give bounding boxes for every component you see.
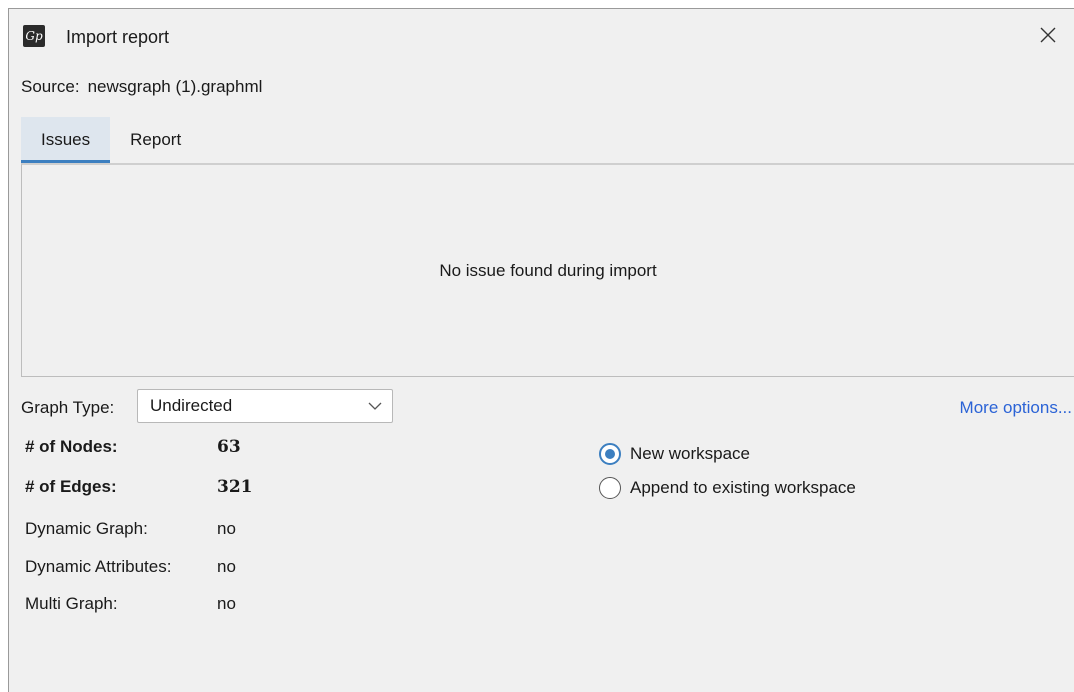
tab-bar: Issues Report [21,117,201,163]
tab-issues[interactable]: Issues [21,117,111,163]
stat-edges: # of Edges: 321 [25,477,253,497]
source-row: Source: newsgraph (1).graphml [21,77,262,97]
more-options-link[interactable]: More options... [960,398,1072,418]
stat-nodes: # of Nodes: 63 [25,437,241,457]
source-file: newsgraph (1).graphml [87,77,263,96]
nodes-value: 63 [217,437,241,457]
graph-type-label: Graph Type: [21,398,115,417]
import-report-dialog: Gp Import report Source: newsgraph (1).gr… [8,8,1074,692]
new-workspace-radio[interactable] [599,443,621,465]
new-workspace-label: New workspace [630,444,750,463]
close-icon [1040,27,1056,43]
dynamic-attributes-label: Dynamic Attributes: [25,557,172,576]
source-label: Source: [21,77,80,96]
edges-value: 321 [217,477,253,497]
gephi-logo-icon: Gp [23,25,45,47]
append-workspace-radio[interactable] [599,477,621,499]
stat-dynamic-attributes: Dynamic Attributes: no [25,557,236,577]
no-issues-message: No issue found during import [439,261,657,280]
graph-type-selected-value: Undirected [150,396,233,415]
dynamic-graph-label: Dynamic Graph: [25,519,148,538]
edges-label: # of Edges: [25,477,117,496]
tab-report[interactable]: Report [110,117,201,163]
multi-graph-label: Multi Graph: [25,594,118,613]
close-button[interactable] [1028,19,1068,51]
chevron-down-icon [368,402,382,410]
dynamic-attributes-value: no [217,557,236,576]
append-workspace-option[interactable]: Append to existing workspace [599,475,856,501]
graph-type-dropdown[interactable]: Undirected [137,389,393,423]
stat-multi-graph: Multi Graph: no [25,594,236,614]
new-workspace-option[interactable]: New workspace [599,441,750,467]
dynamic-graph-value: no [217,519,236,538]
multi-graph-value: no [217,594,236,613]
title-bar: Gp Import report [9,9,1074,65]
issues-panel: No issue found during import [21,163,1074,377]
window-title: Import report [66,27,170,47]
stat-dynamic-graph: Dynamic Graph: no [25,519,236,539]
nodes-label: # of Nodes: [25,437,118,456]
append-workspace-label: Append to existing workspace [630,478,856,497]
